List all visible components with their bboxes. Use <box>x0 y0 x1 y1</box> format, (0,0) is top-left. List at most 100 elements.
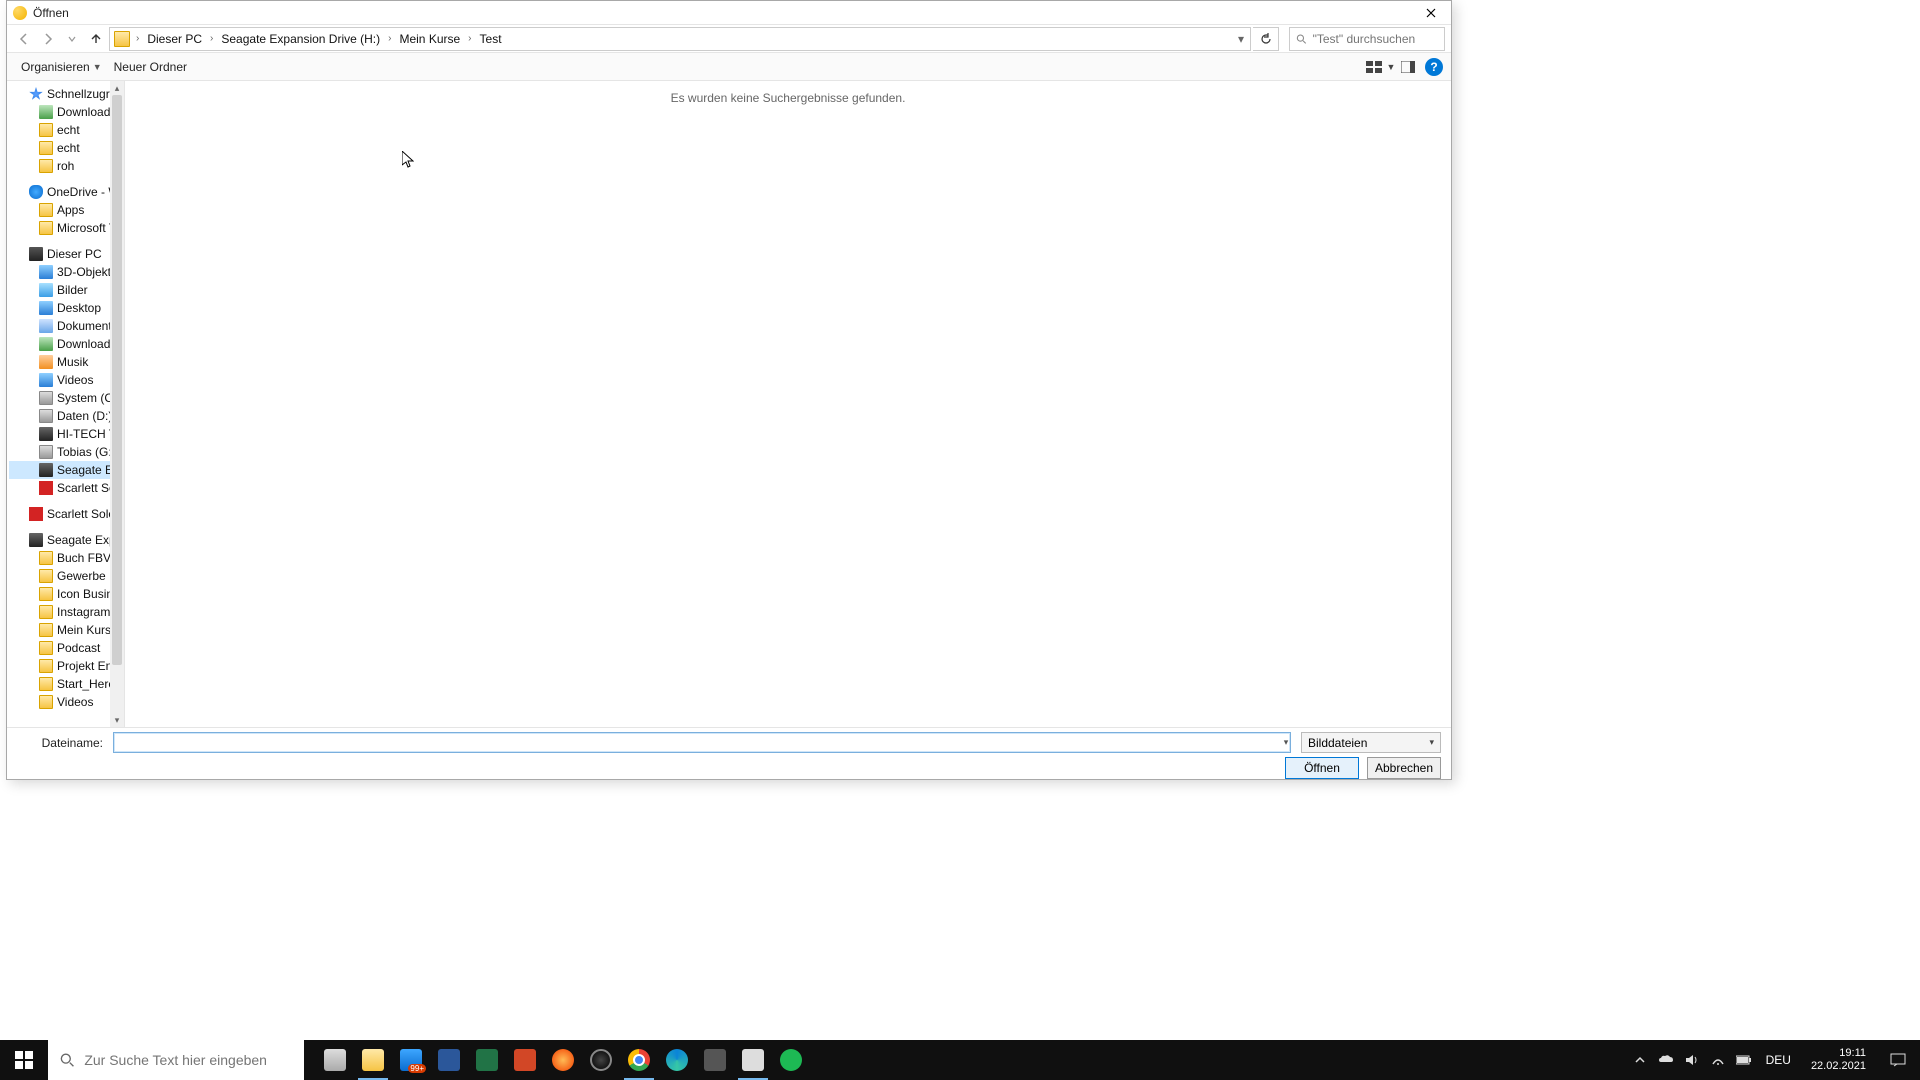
back-button[interactable] <box>13 28 35 50</box>
tree-item[interactable]: Videos <box>9 371 111 389</box>
powerpoint-icon <box>514 1049 536 1071</box>
tree-item[interactable]: Scarlett Solo USB <box>9 479 111 497</box>
network-tray-icon[interactable] <box>1710 1052 1726 1068</box>
brave-button[interactable] <box>544 1040 582 1080</box>
tree-item[interactable]: Downloads <box>9 335 111 353</box>
scroll-thumb[interactable] <box>112 95 122 665</box>
tree-item[interactable]: Tobias (G:) <box>9 443 111 461</box>
clock-button[interactable]: 19:11 22.02.2021 <box>1805 1047 1872 1073</box>
tree-item[interactable]: Microsoft Teams <box>9 219 111 237</box>
spotify-icon <box>780 1049 802 1071</box>
breadcrumb-item[interactable]: Test <box>476 32 506 46</box>
battery-tray-icon[interactable] <box>1736 1052 1752 1068</box>
new-folder-button[interactable]: Neuer Ordner <box>108 58 193 76</box>
up-button[interactable] <box>85 28 107 50</box>
tree-item[interactable]: Icon Business <box>9 585 111 603</box>
empty-message: Es wurden keine Suchergebnisse gefunden. <box>671 91 906 105</box>
mail-button[interactable] <box>392 1040 430 1080</box>
drive-icon <box>29 533 43 547</box>
tree-onedrive[interactable]: OneDrive - Wirtsc <box>9 183 111 201</box>
help-button[interactable]: ? <box>1425 58 1443 76</box>
tree-item-selected[interactable]: Seagate Expansi <box>9 461 111 479</box>
scroll-down-icon[interactable]: ▾ <box>110 713 124 727</box>
search-icon <box>1296 33 1307 45</box>
tree-item[interactable]: Apps <box>9 201 111 219</box>
tree-item[interactable]: HI-TECH Treiber <box>9 425 111 443</box>
start-button[interactable] <box>0 1040 48 1080</box>
tree-item[interactable]: Desktop <box>9 299 111 317</box>
tree-item[interactable]: Bilder <box>9 281 111 299</box>
tree-item[interactable]: Buch FBV <box>9 549 111 567</box>
file-list-pane[interactable]: Es wurden keine Suchergebnisse gefunden. <box>125 81 1451 727</box>
view-dropdown[interactable]: ▼ <box>1385 62 1397 72</box>
organize-button[interactable]: Organisieren ▼ <box>15 58 108 76</box>
chrome-button[interactable] <box>620 1040 658 1080</box>
onedrive-tray-icon[interactable] <box>1658 1052 1674 1068</box>
cancel-button[interactable]: Abbrechen <box>1367 757 1441 779</box>
tree-item[interactable]: roh <box>9 157 111 175</box>
refresh-button[interactable] <box>1253 27 1279 51</box>
recent-dropdown[interactable] <box>61 28 83 50</box>
scroll-up-icon[interactable]: ▴ <box>110 81 124 95</box>
tree-item[interactable]: Mein Kurse <box>9 621 111 639</box>
tree-item[interactable]: System (C:) <box>9 389 111 407</box>
tree-quickaccess[interactable]: Schnellzugriff <box>9 85 111 103</box>
star-icon <box>29 87 43 101</box>
tree-scarlett[interactable]: Scarlett Solo USB <box>9 505 111 523</box>
breadcrumb-item[interactable]: Dieser PC <box>143 32 206 46</box>
breadcrumb-item[interactable]: Mein Kurse <box>395 32 464 46</box>
tree-item[interactable]: Start_Here_Mac. <box>9 675 111 693</box>
tree-item[interactable]: echt <box>9 121 111 139</box>
tree-item[interactable]: Podcast <box>9 639 111 657</box>
word-button[interactable] <box>430 1040 468 1080</box>
tree-item[interactable]: Daten (D:) <box>9 407 111 425</box>
open-dialog: Öffnen › Dieser PC › Seagate Expansion D… <box>6 0 1452 780</box>
downloads-icon <box>39 337 53 351</box>
forward-button[interactable] <box>37 28 59 50</box>
app-button[interactable] <box>696 1040 734 1080</box>
filetype-dropdown[interactable]: Bilddateien ▾ <box>1301 732 1441 753</box>
app-button[interactable] <box>734 1040 772 1080</box>
obs-button[interactable] <box>582 1040 620 1080</box>
organize-label: Organisieren <box>21 60 90 74</box>
tree-label: Mein Kurse <box>57 623 111 637</box>
spotify-button[interactable] <box>772 1040 810 1080</box>
tree-item[interactable]: Gewerbe <box>9 567 111 585</box>
tree-item[interactable]: Instagram und T <box>9 603 111 621</box>
address-dropdown[interactable]: ▾ <box>1232 32 1250 46</box>
filename-input[interactable] <box>113 732 1291 753</box>
tree-item[interactable]: Dokumente <box>9 317 111 335</box>
tree-item[interactable]: Downloads <box>9 103 111 121</box>
folder-icon <box>39 623 53 637</box>
taskview-button[interactable] <box>316 1040 354 1080</box>
breadcrumb-item[interactable]: Seagate Expansion Drive (H:) <box>217 32 384 46</box>
close-button[interactable] <box>1411 1 1451 25</box>
edge-button[interactable] <box>658 1040 696 1080</box>
language-button[interactable]: DEU <box>1762 1053 1795 1067</box>
tree-item[interactable]: Musik <box>9 353 111 371</box>
tree-item[interactable]: 3D-Objekte <box>9 263 111 281</box>
preview-pane-button[interactable] <box>1397 56 1419 78</box>
taskbar-search[interactable] <box>48 1040 304 1080</box>
notifications-button[interactable] <box>1882 1052 1914 1068</box>
new-folder-label: Neuer Ordner <box>114 60 187 74</box>
volume-tray-icon[interactable] <box>1684 1052 1700 1068</box>
tree-thispc[interactable]: Dieser PC <box>9 245 111 263</box>
sidebar-scrollbar[interactable]: ▴ ▾ <box>110 81 124 727</box>
address-bar[interactable]: › Dieser PC › Seagate Expansion Drive (H… <box>109 27 1251 51</box>
tray-expand-button[interactable] <box>1632 1052 1648 1068</box>
taskbar-search-input[interactable] <box>84 1052 292 1068</box>
excel-button[interactable] <box>468 1040 506 1080</box>
powerpoint-button[interactable] <box>506 1040 544 1080</box>
tree-seagate[interactable]: Seagate Expansion <box>9 531 111 549</box>
tree-item[interactable]: Projekt Entspann <box>9 657 111 675</box>
view-mode-button[interactable] <box>1363 56 1385 78</box>
folder-icon <box>39 587 53 601</box>
desktop-icon <box>39 301 53 315</box>
tree-item[interactable]: echt <box>9 139 111 157</box>
search-input[interactable] <box>1313 32 1438 46</box>
explorer-button[interactable] <box>354 1040 392 1080</box>
search-box[interactable] <box>1289 27 1445 51</box>
open-button[interactable]: Öffnen <box>1285 757 1359 779</box>
tree-item[interactable]: Videos <box>9 693 111 711</box>
